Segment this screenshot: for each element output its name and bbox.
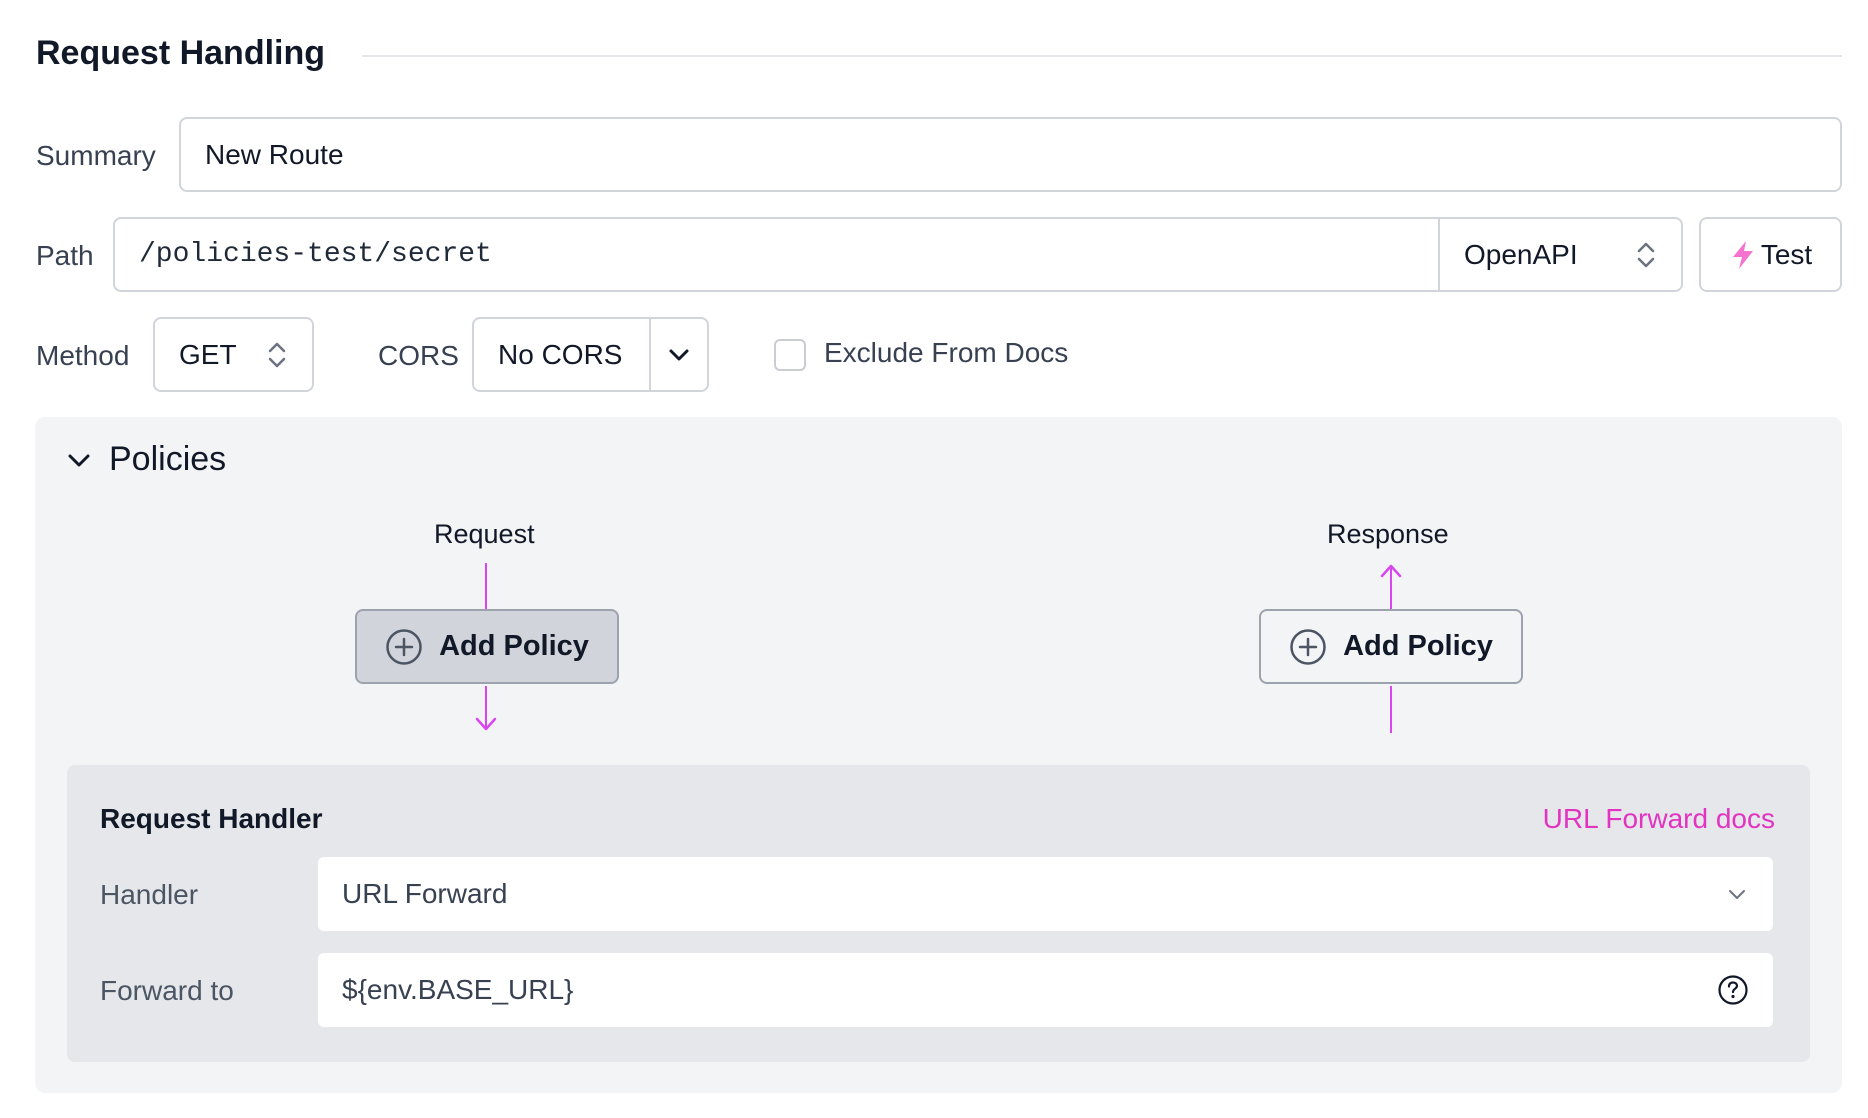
cors-dropdown-toggle[interactable] xyxy=(649,319,707,390)
section-title: Request Handling xyxy=(36,34,326,72)
handler-label: Handler xyxy=(100,879,199,910)
help-icon[interactable] xyxy=(1717,974,1749,1006)
spec-select[interactable]: OpenAPI xyxy=(1438,219,1681,290)
updown-icon xyxy=(268,342,286,367)
chevron-down-icon[interactable] xyxy=(64,446,94,476)
chevron-down-icon xyxy=(669,349,689,360)
route-editor: Request Handling Summary New Route Path … xyxy=(0,0,1868,1118)
test-button[interactable]: Test xyxy=(1699,217,1842,292)
request-handler-title: Request Handler xyxy=(100,803,323,834)
plus-circle-icon xyxy=(386,628,422,665)
forward-to-value: ${env.BASE_URL} xyxy=(342,974,574,1005)
policies-title: Policies xyxy=(109,440,227,478)
cors-select[interactable]: No CORS xyxy=(472,317,709,392)
exclude-docs-checkbox[interactable] xyxy=(774,339,806,371)
request-flow-line xyxy=(485,563,487,609)
response-flow-label: Response xyxy=(1327,519,1449,549)
exclude-docs-label: Exclude From Docs xyxy=(824,337,1069,368)
add-response-policy-button[interactable]: Add Policy xyxy=(1259,609,1523,684)
test-button-label: Test xyxy=(1760,238,1813,270)
plus-circle-icon xyxy=(1290,628,1326,665)
cors-label: CORS xyxy=(378,340,459,371)
method-value: GET xyxy=(179,338,237,370)
method-label: Method xyxy=(36,340,130,371)
method-select[interactable]: GET xyxy=(153,317,314,392)
add-policy-label: Add Policy xyxy=(1343,630,1493,662)
path-label: Path xyxy=(36,240,94,271)
lightning-icon xyxy=(1732,240,1753,269)
request-flow-label: Request xyxy=(434,519,535,549)
cors-value: No CORS xyxy=(498,338,623,370)
handler-select[interactable]: URL Forward xyxy=(316,855,1775,933)
arrow-down-icon xyxy=(475,686,497,731)
add-request-policy-button[interactable]: Add Policy xyxy=(355,609,619,684)
summary-value: New Route xyxy=(205,138,344,170)
summary-label: Summary xyxy=(36,140,156,171)
arrow-up-icon xyxy=(1380,564,1402,609)
response-flow-line xyxy=(1390,686,1392,733)
path-field-group: /policies-test/secret OpenAPI xyxy=(113,217,1683,292)
chevron-down-icon xyxy=(1729,890,1745,899)
summary-input[interactable]: New Route xyxy=(179,117,1842,192)
path-value: /policies-test/secret xyxy=(139,239,492,270)
url-forward-docs-link[interactable]: URL Forward docs xyxy=(1543,803,1775,835)
path-input[interactable]: /policies-test/secret xyxy=(115,219,1438,290)
updown-icon xyxy=(1637,242,1655,267)
forward-to-input[interactable]: ${env.BASE_URL} xyxy=(316,951,1775,1029)
handler-value: URL Forward xyxy=(342,878,508,909)
section-divider xyxy=(362,55,1842,57)
add-policy-label: Add Policy xyxy=(439,630,589,662)
forward-to-label: Forward to xyxy=(100,975,234,1006)
spec-select-value: OpenAPI xyxy=(1464,238,1578,270)
